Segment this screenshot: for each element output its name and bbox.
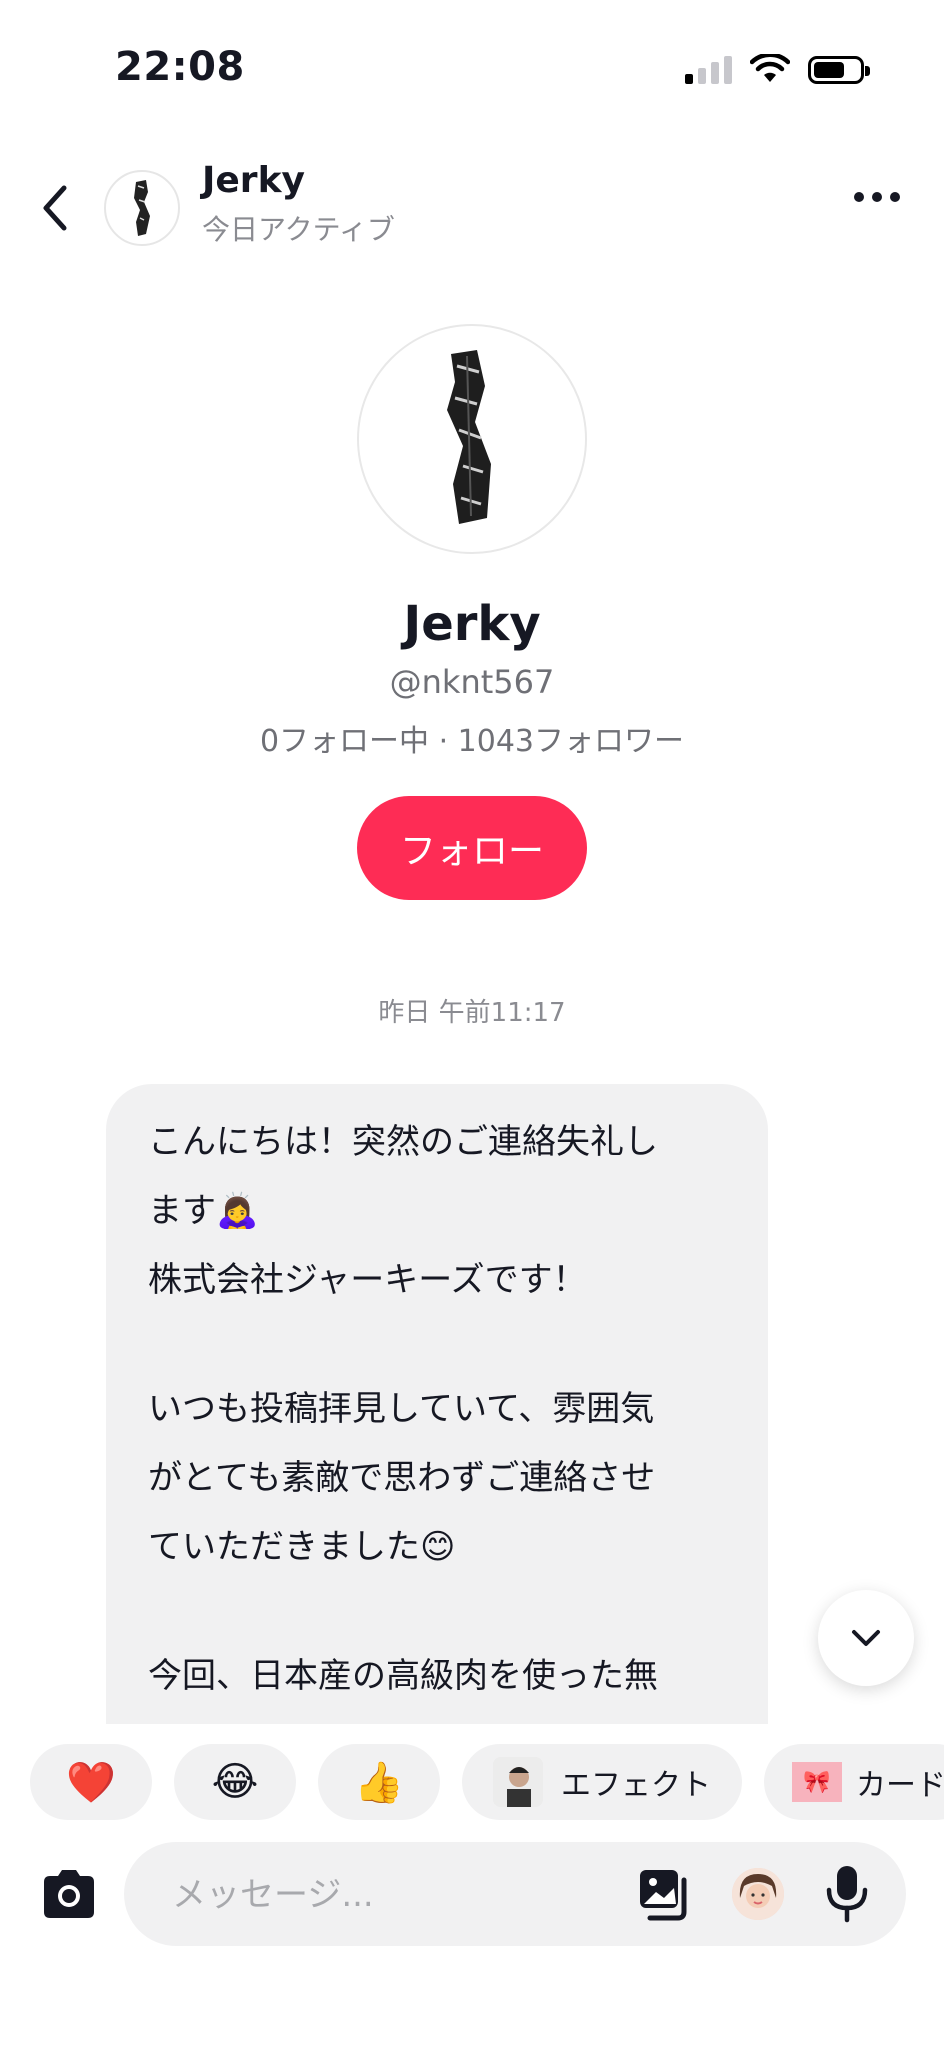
back-arrow-icon[interactable] (36, 180, 76, 236)
avatar-sticker-icon[interactable] (732, 1868, 784, 1920)
wifi-icon (750, 54, 790, 82)
reaction-heart-button[interactable]: ❤️ (30, 1744, 152, 1820)
gift-ribbon-icon: 🎀 (792, 1762, 842, 1802)
heart-emoji-icon: ❤️ (66, 1759, 116, 1806)
jerky-logo-icon (134, 180, 150, 236)
message-timestamp: 昨日 午前11:17 (378, 998, 566, 1028)
message-line: 今回、日本産の高級肉を使った無 (148, 1656, 658, 1696)
reaction-laugh-button[interactable]: 😂 (174, 1744, 296, 1820)
microphone-icon[interactable] (822, 1862, 872, 1924)
jerky-logo-icon (447, 350, 491, 524)
profile-avatar[interactable] (357, 324, 587, 554)
message-input[interactable] (170, 1842, 634, 1948)
header-name[interactable]: Jerky (202, 160, 305, 201)
status-time: 22:08 (115, 44, 245, 90)
message-line: こんにちは！突然のご連絡失礼し (148, 1122, 658, 1162)
message-input-container (124, 1842, 906, 1948)
signal-icon (685, 54, 732, 84)
thumbs-up-emoji-icon: 👍 (354, 1759, 404, 1806)
header-avatar[interactable] (104, 170, 180, 246)
chevron-down-icon (852, 1630, 880, 1646)
scroll-to-bottom-button[interactable] (818, 1590, 914, 1686)
message-bubble[interactable]: こんにちは！突然のご連絡失礼し ます🙇‍♀️ 株式会社ジャーキーズです！ いつも… (106, 1084, 768, 1724)
profile-name: Jerky (403, 596, 541, 652)
follow-button[interactable]: フォロー (357, 796, 587, 900)
camera-icon[interactable] (38, 1864, 100, 1926)
profile-handle: @nknt567 (389, 663, 555, 701)
gallery-icon[interactable] (636, 1866, 692, 1922)
reaction-thumbs-up-button[interactable]: 👍 (318, 1744, 440, 1820)
message-line: 株式会社ジャーキーズです！ (148, 1260, 587, 1300)
laugh-emoji-icon: 😂 (211, 1759, 259, 1805)
battery-icon (808, 56, 870, 84)
message-line: いつも投稿拝見していて、雰囲気 (148, 1389, 655, 1429)
status-icons (685, 54, 870, 84)
message-line: がとても素敵で思わずご連絡させ (148, 1458, 656, 1498)
card-label: カード (856, 1768, 944, 1803)
profile-stats: 0フォロー中 · 1043フォロワー (259, 724, 685, 759)
card-button[interactable]: 🎀 カード (764, 1744, 944, 1820)
effect-label: エフェクト (561, 1768, 711, 1803)
more-options-icon[interactable] (854, 192, 900, 202)
message-line: ていただきました😊 (148, 1527, 456, 1567)
message-line: ます🙇‍♀️ (148, 1191, 259, 1231)
effect-thumbnail (493, 1757, 543, 1807)
effect-button[interactable]: エフェクト (462, 1744, 742, 1820)
quick-reactions-bar: ❤️ 😂 👍 エフェクト 🎀 カード (0, 1744, 944, 1820)
header-active-status: 今日アクティブ (202, 213, 395, 246)
